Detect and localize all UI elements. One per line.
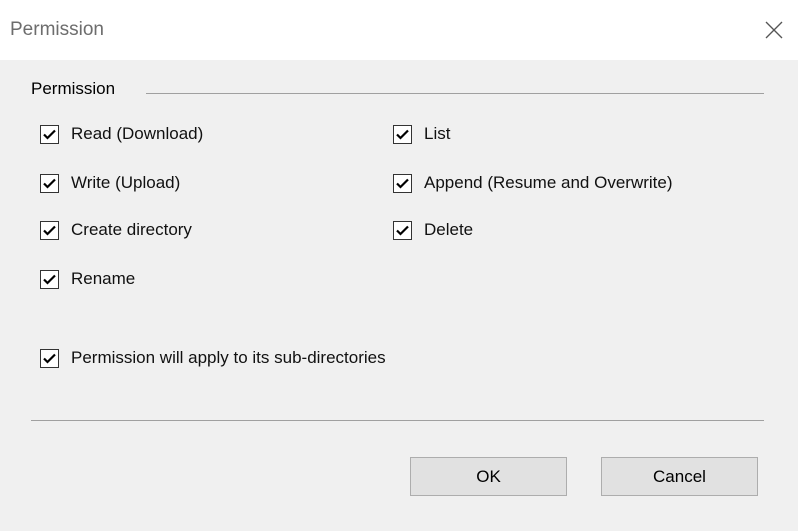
checkbox-create-directory-label: Create directory (71, 220, 192, 239)
cancel-button[interactable]: Cancel (601, 457, 758, 496)
checkbox-write[interactable]: Write (Upload) (40, 173, 180, 193)
checkmark-icon (43, 225, 56, 236)
group-divider (146, 93, 764, 94)
checkbox-apply-subdirectories-label: Permission will apply to its sub-directo… (71, 348, 386, 367)
checkbox-box[interactable] (393, 124, 412, 144)
checkbox-box[interactable] (393, 220, 412, 240)
group-label: Permission (31, 79, 122, 99)
checkbox-box[interactable] (40, 124, 59, 144)
checkbox-write-label: Write (Upload) (71, 173, 181, 192)
checkbox-list-label: List (424, 124, 451, 143)
checkbox-create-directory[interactable]: Create directory (40, 220, 192, 240)
title-bar: Permission (0, 0, 798, 60)
checkbox-box[interactable] (40, 348, 59, 368)
close-icon[interactable] (760, 16, 788, 44)
checkbox-box[interactable] (40, 269, 59, 289)
checkbox-append-label: Append (Resume and Overwrite) (424, 173, 673, 192)
checkbox-read[interactable]: Read (Download) (40, 124, 203, 144)
checkmark-icon (43, 129, 56, 140)
checkmark-icon (396, 178, 409, 189)
checkmark-icon (43, 178, 56, 189)
ok-button[interactable]: OK (410, 457, 567, 496)
checkbox-read-label: Read (Download) (71, 124, 204, 143)
permission-dialog: Permission Permission Read (Download) Wr… (0, 0, 798, 531)
checkbox-rename-label: Rename (71, 269, 136, 288)
checkbox-box[interactable] (40, 220, 59, 240)
checkbox-rename[interactable]: Rename (40, 269, 135, 289)
checkmark-icon (396, 129, 409, 140)
separator (31, 420, 764, 421)
checkbox-apply-subdirectories[interactable]: Permission will apply to its sub-directo… (40, 348, 386, 368)
checkmark-icon (396, 225, 409, 236)
checkbox-append[interactable]: Append (Resume and Overwrite) (393, 173, 673, 193)
checkbox-list[interactable]: List (393, 124, 450, 144)
checkbox-delete-label: Delete (424, 220, 474, 239)
checkmark-icon (43, 274, 56, 285)
checkbox-delete[interactable]: Delete (393, 220, 473, 240)
checkmark-icon (43, 353, 56, 364)
window-title: Permission (10, 19, 104, 40)
checkbox-box[interactable] (40, 173, 59, 193)
checkbox-box[interactable] (393, 173, 412, 193)
